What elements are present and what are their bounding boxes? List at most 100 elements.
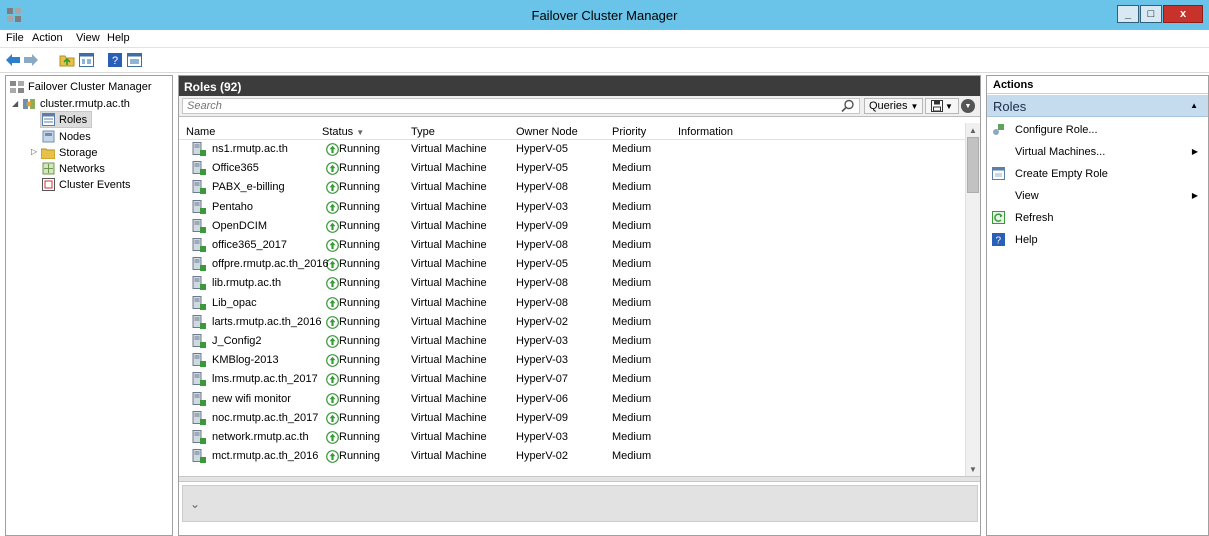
search-input[interactable] — [182, 98, 860, 114]
details-pane: ⌄ — [182, 485, 978, 522]
virtual-machine-icon — [192, 276, 206, 291]
table-row[interactable]: new wifi monitor Running Virtual Machine Hy… — [179, 390, 965, 409]
cell-owner-node: HyperV-08 — [516, 181, 568, 194]
tree-item-roles[interactable]: Roles — [40, 111, 93, 128]
create-empty-role-icon — [992, 167, 1005, 180]
expand-arrow-icon[interactable]: ▷ — [31, 147, 37, 156]
table-row[interactable]: Lib_opac Running Virtual Machine HyperV-08 M… — [179, 294, 965, 313]
tree-item-networks[interactable]: Networks — [41, 160, 105, 177]
cell-name: larts.rmutp.ac.th_2016 — [212, 315, 322, 328]
table-row[interactable]: lms.rmutp.ac.th_2017 Running Virtual Machi… — [179, 370, 965, 389]
cell-owner-node: HyperV-03 — [516, 354, 568, 367]
action-configure-role[interactable]: Configure Role... — [987, 119, 1208, 141]
action-create-empty-role[interactable]: Create Empty Role — [987, 163, 1208, 185]
cell-type: Virtual Machine — [411, 431, 487, 443]
storage-folder-icon — [41, 148, 55, 159]
collapse-arrow-icon[interactable]: ◢ — [12, 99, 18, 108]
column-header-type[interactable]: Type — [411, 126, 435, 138]
menu-action[interactable]: Action — [32, 32, 63, 44]
menu-file[interactable]: File — [6, 32, 24, 44]
virtual-machine-icon — [192, 410, 206, 425]
column-header-information[interactable]: Information — [678, 126, 733, 138]
tree-item-cluster-events[interactable]: Cluster Events — [41, 176, 131, 193]
table-row[interactable]: larts.rmutp.ac.th_2016 Running Virtual Mac… — [179, 313, 965, 332]
column-header-priority[interactable]: Priority — [612, 126, 646, 138]
save-query-button[interactable]: ▼ — [925, 98, 959, 114]
cell-priority: Medium — [612, 315, 652, 328]
cell-priority: Medium — [612, 239, 652, 251]
cell-priority: Medium — [612, 450, 652, 463]
tree-cluster[interactable]: cluster.rmutp.ac.th — [22, 95, 130, 112]
table-row[interactable]: lib.rmutp.ac.th Running Virtual Machine Hyp… — [179, 274, 965, 293]
table-row[interactable]: noc.rmutp.ac.th_2017 Running Virtual Machi… — [179, 409, 965, 428]
refresh-icon — [992, 211, 1005, 224]
forward-button[interactable] — [22, 51, 40, 69]
roles-header: Roles (92) — [179, 76, 980, 96]
table-row[interactable]: mct.rmutp.ac.th_2016 Running Virtual Machi… — [179, 447, 965, 466]
action-help[interactable]: ? Help — [987, 229, 1208, 251]
table-row[interactable]: office365_2017 Running Virtual Machine Hype… — [179, 236, 965, 255]
tree-item-nodes[interactable]: Nodes — [41, 128, 91, 145]
cell-name: mct.rmutp.ac.th_2016 — [212, 450, 319, 463]
close-button[interactable]: x — [1163, 5, 1203, 23]
column-header-name[interactable]: Name — [186, 126, 215, 138]
table-row[interactable]: OpenDCIM Running Virtual Machine HyperV-09 M… — [179, 217, 965, 236]
show-hide-action-pane-button[interactable] — [125, 51, 143, 69]
virtual-machine-icon — [192, 218, 206, 233]
search-icon[interactable] — [841, 99, 855, 113]
menu-view[interactable]: View — [76, 32, 100, 44]
table-row[interactable]: ns1.rmutp.ac.th Running Virtual Machine Hyp… — [179, 140, 965, 159]
help-button[interactable]: ? — [106, 51, 124, 69]
tree-root-failover-cluster-manager[interactable]: Failover Cluster Manager — [10, 78, 152, 95]
show-hide-tree-button[interactable] — [77, 51, 95, 69]
table-row[interactable]: network.rmutp.ac.th Running Virtual Machin… — [179, 428, 965, 447]
cell-type: Virtual Machine — [411, 373, 487, 386]
action-virtual-machines[interactable]: Virtual Machines... ▶ — [987, 141, 1208, 163]
back-button[interactable] — [4, 51, 22, 69]
column-header-owner-node[interactable]: Owner Node — [516, 126, 578, 138]
cell-name: Office365 — [212, 162, 259, 175]
cell-name: lib.rmutp.ac.th — [212, 277, 282, 290]
expand-search-button[interactable]: ▼ — [961, 99, 975, 113]
actions-section-roles[interactable]: Roles ▲ — [987, 95, 1208, 117]
table-row[interactable]: offpre.rmutp.ac.th_2016 Running Virtual Ma… — [179, 255, 965, 274]
up-folder-button[interactable] — [58, 51, 76, 69]
table-row[interactable]: PABX_e-billing Running Virtual Machine Hype… — [179, 178, 965, 197]
window-title: Failover Cluster Manager — [531, 8, 678, 23]
minimize-button[interactable]: _ — [1117, 5, 1139, 23]
table-row[interactable]: J_Config2 Running Virtual Machine HyperV-03… — [179, 332, 965, 351]
cell-type: Virtual Machine — [411, 450, 487, 463]
chevron-down-icon[interactable]: ⌄ — [190, 497, 200, 511]
tree-cluster-label: cluster.rmutp.ac.th — [40, 97, 130, 110]
scroll-down-arrow-icon[interactable]: ▼ — [966, 462, 980, 476]
vertical-scrollbar[interactable]: ▲ ▼ — [965, 123, 980, 476]
queries-button[interactable]: Queries ▼ — [864, 98, 924, 114]
tree-item-storage[interactable]: Storage — [41, 144, 98, 161]
cell-name: new wifi monitor — [212, 392, 291, 405]
scroll-thumb[interactable] — [967, 137, 979, 193]
collapse-arrow-icon[interactable]: ▲ — [1190, 101, 1198, 110]
table-row[interactable]: Office365 Running Virtual Machine HyperV-05… — [179, 159, 965, 178]
cell-owner-node: HyperV-08 — [516, 277, 568, 290]
cell-priority: Medium — [612, 335, 652, 347]
menu-help[interactable]: Help — [107, 32, 130, 44]
virtual-machine-icon — [192, 353, 206, 368]
pane-splitter[interactable] — [179, 476, 980, 482]
table-row[interactable]: KMBlog-2013 Running Virtual Machine HyperV-… — [179, 351, 965, 370]
cell-type: Virtual Machine — [411, 315, 487, 328]
cell-status: Running — [339, 258, 380, 271]
table-row[interactable]: Pentaho Running Virtual Machine HyperV-03 Me… — [179, 198, 965, 217]
submenu-arrow-icon: ▶ — [1191, 191, 1198, 200]
action-view[interactable]: View ▶ — [987, 185, 1208, 207]
virtual-machine-icon — [192, 161, 206, 176]
cell-status: Running — [339, 162, 380, 175]
navigation-tree: Failover Cluster Manager ◢ cluster.rmutp… — [5, 75, 173, 536]
action-refresh[interactable]: Refresh — [987, 207, 1208, 229]
help-icon: ? — [992, 233, 1005, 246]
maximize-button[interactable]: □ — [1140, 5, 1162, 23]
cell-name: network.rmutp.ac.th — [212, 431, 309, 443]
scroll-up-arrow-icon[interactable]: ▲ — [966, 123, 980, 137]
column-header-status[interactable]: Status ▼ — [322, 126, 364, 138]
forward-arrow-icon — [24, 54, 38, 66]
submenu-arrow-icon: ▶ — [1191, 147, 1198, 156]
